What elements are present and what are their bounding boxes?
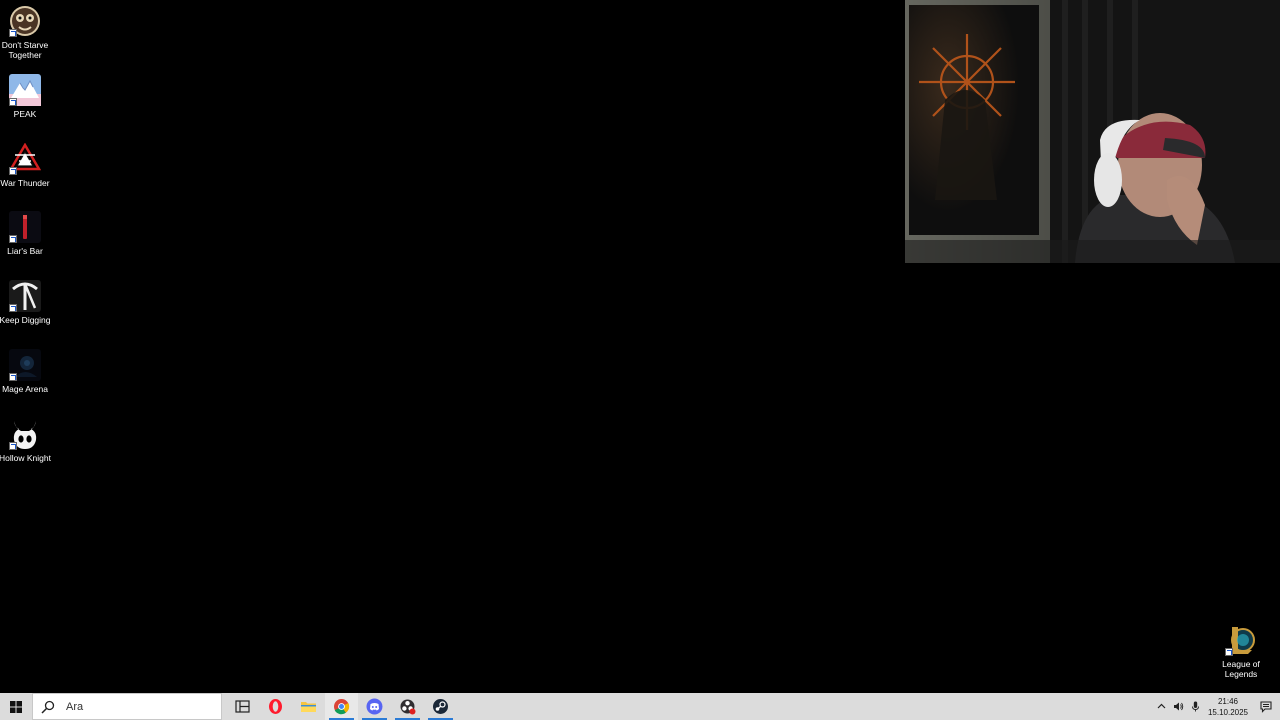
mage-arena-icon <box>9 349 41 381</box>
search-icon <box>41 700 55 714</box>
taskbar-app-discord[interactable] <box>358 693 391 720</box>
taskbar-app-opera[interactable] <box>259 693 292 720</box>
war-thunder-icon <box>9 143 41 175</box>
desktop-icon-label: PEAK <box>13 109 37 119</box>
webcam-overlay <box>905 0 1280 263</box>
taskbar: 21:46 15.10.2025 <box>0 693 1280 720</box>
chevron-up-icon <box>1157 703 1166 709</box>
keep-digging-icon <box>9 280 41 312</box>
windows-logo-icon <box>10 700 22 713</box>
taskbar-clock[interactable]: 21:46 15.10.2025 <box>1207 696 1249 718</box>
hollow-knight-icon <box>9 418 41 450</box>
desktop-icon-label: Don't Starve Together <box>1 40 49 60</box>
desktop-icon-label: Liar's Bar <box>7 246 43 256</box>
microphone-icon <box>1192 701 1199 712</box>
peak-icon <box>9 74 41 106</box>
liars-bar-icon <box>9 211 41 243</box>
desktop-icon-peak[interactable]: PEAK <box>0 74 50 119</box>
desktop-icon-label: War Thunder <box>0 178 50 188</box>
start-button[interactable] <box>0 693 32 720</box>
desktop-icon-label: Mage Arena <box>2 384 48 394</box>
task-view-icon <box>235 700 250 713</box>
search-input[interactable] <box>66 700 206 713</box>
desktop-icon-label: League of Legends <box>1222 659 1260 679</box>
desktop-icon-liars-bar[interactable]: Liar's Bar <box>0 211 50 256</box>
chrome-icon <box>334 699 350 715</box>
obs-icon <box>400 699 416 715</box>
taskbar-app-chrome[interactable] <box>325 693 358 720</box>
desktop-icon-keep-digging[interactable]: Keep Digging <box>0 280 51 325</box>
opera-icon <box>269 699 282 714</box>
desktop-icon-league-of-legends[interactable]: League of Legends <box>1216 624 1266 679</box>
system-tray: 21:46 15.10.2025 <box>1153 693 1280 720</box>
desktop-icon-hollow-knight[interactable]: Hollow Knight <box>0 418 51 463</box>
taskbar-app-obs[interactable] <box>391 693 424 720</box>
taskbar-search[interactable] <box>32 693 222 720</box>
clock-time: 21:46 <box>1217 696 1239 706</box>
show-hidden-icons-button[interactable] <box>1154 693 1170 720</box>
taskbar-app-steam[interactable] <box>424 693 457 720</box>
speaker-icon <box>1174 702 1184 711</box>
dont-starve-together-icon <box>9 5 41 37</box>
desktop-icon-war-thunder[interactable]: War Thunder <box>0 143 50 188</box>
notification-icon <box>1260 700 1272 713</box>
desktop-icon-label: Hollow Knight <box>0 453 51 463</box>
steam-icon <box>433 699 448 714</box>
discord-icon <box>366 698 383 715</box>
clock-date: 15.10.2025 <box>1207 707 1249 717</box>
microphone-button[interactable] <box>1188 693 1204 720</box>
desktop-icon-label: Keep Digging <box>0 315 51 325</box>
league-of-legends-icon <box>1225 624 1257 656</box>
volume-button[interactable] <box>1171 693 1187 720</box>
taskbar-app-file-explorer[interactable] <box>292 693 325 720</box>
folder-icon <box>301 702 316 712</box>
desktop-icon-mage-arena[interactable]: Mage Arena <box>0 349 50 394</box>
action-center-button[interactable] <box>1252 693 1280 720</box>
desktop-icon-dont-starve-together[interactable]: Don't Starve Together <box>0 5 50 60</box>
task-view-button[interactable] <box>226 693 259 720</box>
